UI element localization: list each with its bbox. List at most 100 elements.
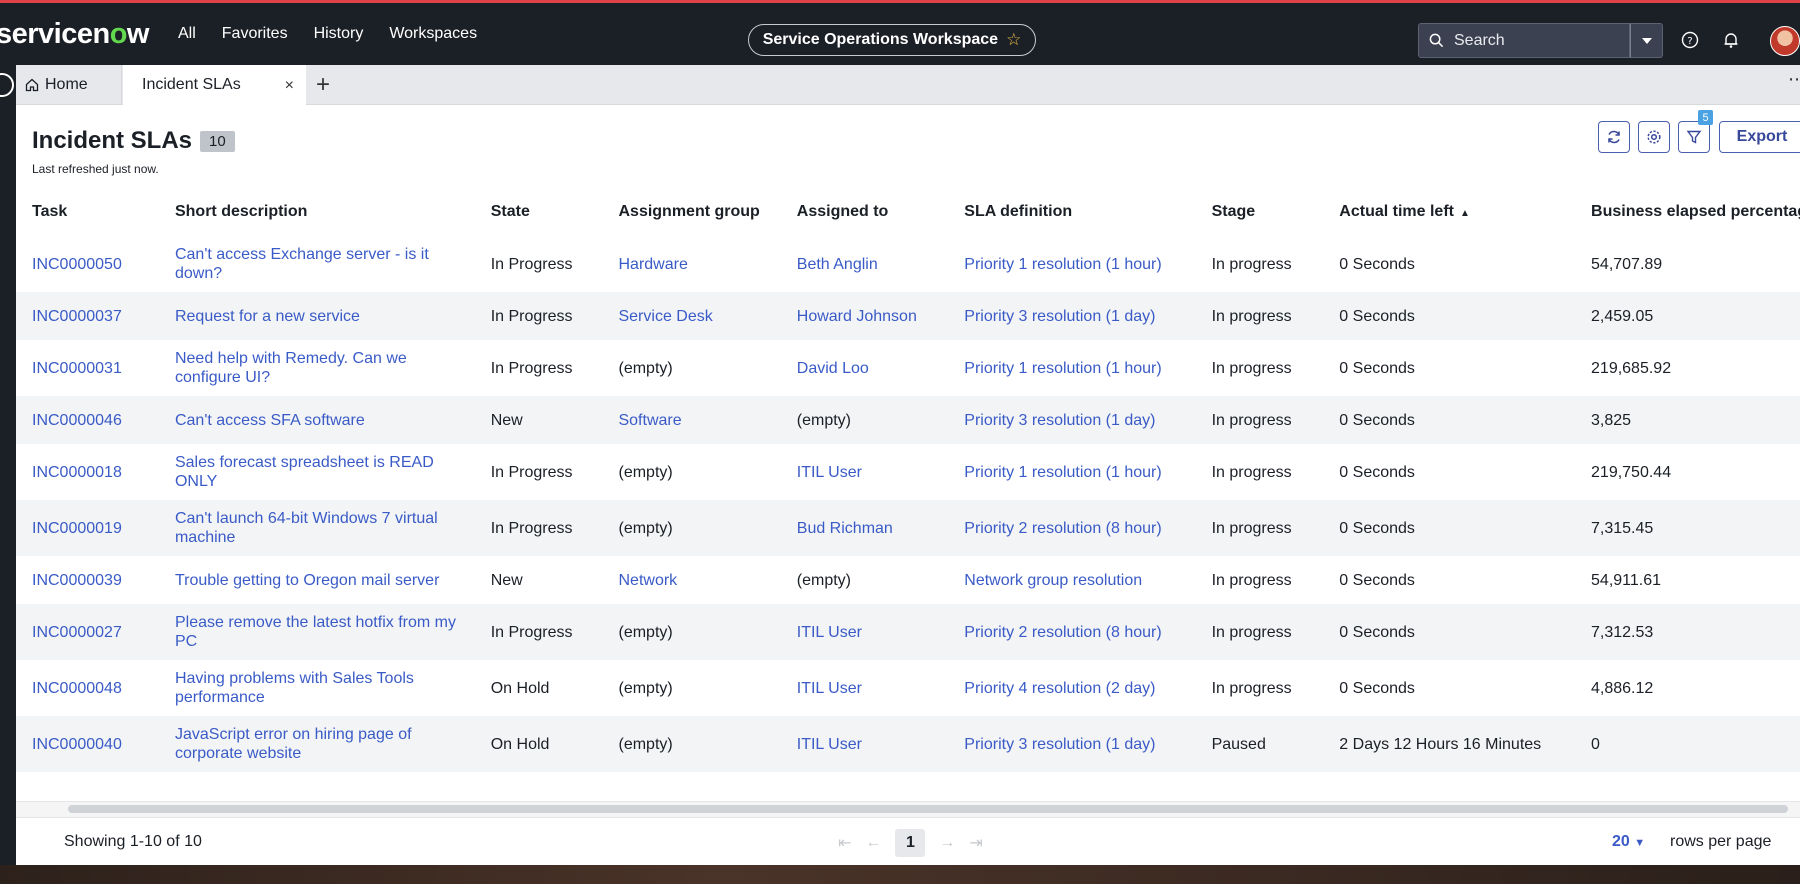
nav-all[interactable]: All: [165, 25, 209, 43]
short-description-link[interactable]: Can't access SFA software: [175, 412, 365, 429]
star-icon[interactable]: ☆: [1006, 30, 1021, 50]
short-description-link[interactable]: JavaScript error on hiring page of corpo…: [175, 726, 412, 762]
short-description-link[interactable]: Need help with Remedy. Can we configure …: [175, 350, 407, 386]
close-icon[interactable]: ×: [285, 77, 294, 95]
workspace-switcher[interactable]: Service Operations Workspace ☆: [748, 24, 1036, 56]
top-navigation-bar: servicenow All Favorites History Workspa…: [0, 0, 1800, 65]
column-header-assigned-to[interactable]: Assigned to: [797, 188, 965, 236]
assigned-to-cell: (empty): [796, 571, 851, 589]
short-description-link[interactable]: Trouble getting to Oregon mail server: [175, 572, 439, 589]
incident-sla-table: Task Short description State Assignment …: [16, 188, 1800, 772]
sla-definition-link[interactable]: Priority 3 resolution (1 day): [964, 736, 1155, 753]
home-icon: [25, 78, 39, 92]
nav-workspaces[interactable]: Workspaces: [376, 25, 490, 43]
table-row: INC0000018 Sales forecast spreadsheet is…: [16, 444, 1800, 500]
search-input[interactable]: [1454, 31, 1614, 50]
search-scope-dropdown[interactable]: [1630, 23, 1663, 58]
elapsed-percentage-cell: 54,911.61: [1591, 571, 1662, 589]
horizontal-scrollbar-thumb[interactable]: [68, 805, 1788, 813]
showing-count: Showing 1-10 of 10: [64, 833, 202, 850]
assignment-group-link[interactable]: Hardware: [618, 256, 687, 273]
task-link[interactable]: INC0000037: [32, 308, 122, 325]
servicenow-logo[interactable]: servicenow: [0, 18, 149, 51]
stage-cell: In progress: [1211, 623, 1292, 641]
assigned-to-link[interactable]: ITIL User: [797, 680, 862, 697]
assigned-to-link[interactable]: Bud Richman: [797, 520, 893, 537]
more-icon[interactable]: ⋯: [1788, 69, 1800, 90]
state-cell: In Progress: [490, 519, 573, 537]
assignment-group-link[interactable]: Network: [618, 572, 677, 589]
add-tab-icon[interactable]: +: [316, 71, 330, 99]
state-cell: In Progress: [490, 463, 573, 481]
sla-definition-link[interactable]: Priority 1 resolution (1 hour): [964, 464, 1161, 481]
nav-history[interactable]: History: [301, 25, 377, 43]
task-link[interactable]: INC0000019: [32, 520, 122, 537]
filter-button[interactable]: [1678, 121, 1710, 153]
assigned-to-link[interactable]: ITIL User: [797, 736, 862, 753]
refresh-button[interactable]: [1598, 121, 1630, 153]
task-link[interactable]: INC0000040: [32, 736, 122, 753]
settings-button[interactable]: [1638, 121, 1670, 153]
column-header-actual-time-left[interactable]: Actual time left ▲: [1339, 188, 1591, 236]
task-link[interactable]: INC0000018: [32, 464, 122, 481]
first-page-icon[interactable]: ⇤: [838, 833, 851, 853]
column-header-task[interactable]: Task: [16, 188, 175, 236]
task-link[interactable]: INC0000046: [32, 412, 122, 429]
short-description-link[interactable]: Please remove the latest hotfix from my …: [175, 614, 456, 650]
time-left-cell: 2 Days 12 Hours 16 Minutes: [1339, 735, 1542, 753]
short-description-link[interactable]: Having problems with Sales Tools perform…: [175, 670, 414, 706]
sla-definition-link[interactable]: Priority 3 resolution (1 day): [964, 412, 1155, 429]
task-link[interactable]: INC0000048: [32, 680, 122, 697]
sla-definition-link[interactable]: Priority 1 resolution (1 hour): [964, 256, 1161, 273]
nav-favorites[interactable]: Favorites: [209, 25, 301, 43]
table-row: INC0000040 JavaScript error on hiring pa…: [16, 716, 1800, 772]
assigned-to-link[interactable]: David Loo: [797, 360, 869, 377]
prev-page-icon[interactable]: ←: [865, 834, 881, 852]
assigned-to-link[interactable]: Beth Anglin: [797, 256, 878, 273]
assigned-to-link[interactable]: ITIL User: [797, 464, 862, 481]
page-title: Incident SLAs: [32, 127, 193, 154]
task-link[interactable]: INC0000027: [32, 624, 122, 641]
refresh-icon: [1608, 130, 1620, 144]
short-description-link[interactable]: Can't launch 64-bit Windows 7 virtual ma…: [175, 510, 438, 546]
next-page-icon[interactable]: →: [939, 834, 955, 852]
state-cell: New: [490, 571, 523, 589]
task-link[interactable]: INC0000031: [32, 360, 122, 377]
last-page-icon[interactable]: ⇥: [969, 833, 982, 853]
task-link[interactable]: INC0000050: [32, 256, 122, 273]
column-header-assignment-group[interactable]: Assignment group: [618, 188, 796, 236]
task-link[interactable]: INC0000039: [32, 572, 122, 589]
short-description-link[interactable]: Sales forecast spreadsheet is READ ONLY: [175, 454, 434, 490]
column-header-sla-definition[interactable]: SLA definition: [964, 188, 1211, 236]
column-header-stage[interactable]: Stage: [1212, 188, 1340, 236]
sla-definition-link[interactable]: Network group resolution: [964, 572, 1142, 589]
column-header-state[interactable]: State: [491, 188, 619, 236]
tab-home[interactable]: Home: [16, 65, 122, 105]
assigned-to-link[interactable]: Howard Johnson: [797, 308, 917, 325]
export-button[interactable]: Export: [1719, 121, 1800, 153]
sla-definition-link[interactable]: Priority 3 resolution (1 day): [964, 308, 1155, 325]
rows-per-page-select[interactable]: 20 ▼: [1612, 833, 1645, 851]
assignment-group-link[interactable]: Software: [618, 412, 681, 429]
last-refreshed-text: Last refreshed just now.: [32, 162, 159, 176]
assignment-group-link[interactable]: Service Desk: [618, 308, 712, 325]
elapsed-percentage-cell: 2,459.05: [1591, 307, 1654, 325]
short-description-link[interactable]: Can't access Exchange server - is it dow…: [175, 246, 429, 282]
sla-definition-link[interactable]: Priority 4 resolution (2 day): [964, 680, 1155, 697]
time-left-cell: 0 Seconds: [1339, 519, 1415, 537]
user-avatar[interactable]: [1770, 26, 1800, 56]
tab-incident-slas[interactable]: Incident SLAs ×: [123, 65, 306, 105]
bell-icon[interactable]: [1722, 31, 1740, 49]
short-description-link[interactable]: Request for a new service: [175, 308, 360, 325]
column-header-business-elapsed-percentage[interactable]: Business elapsed percentage: [1591, 188, 1800, 236]
column-header-short-description[interactable]: Short description: [175, 188, 491, 236]
assigned-to-link[interactable]: ITIL User: [797, 624, 862, 641]
desktop-background: [0, 865, 1800, 884]
current-page-button[interactable]: 1: [895, 829, 926, 857]
assignment-group-cell: (empty): [618, 679, 673, 697]
help-icon[interactable]: ?: [1681, 31, 1699, 49]
sla-definition-link[interactable]: Priority 2 resolution (8 hour): [964, 624, 1161, 641]
sla-definition-link[interactable]: Priority 1 resolution (1 hour): [964, 360, 1161, 377]
sla-definition-link[interactable]: Priority 2 resolution (8 hour): [964, 520, 1161, 537]
filter-count-badge: 5: [1698, 110, 1713, 125]
